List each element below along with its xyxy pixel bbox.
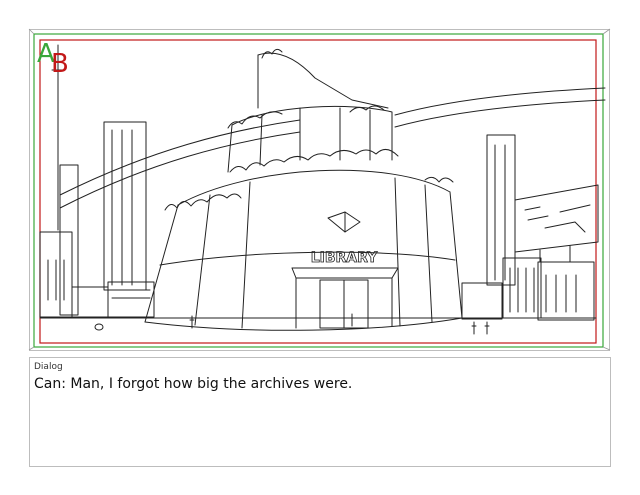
dialog-label: Dialog (34, 362, 63, 372)
dialog-panel[interactable]: Dialog Can: Man, I forgot how big the ar… (29, 357, 611, 467)
sketch-lines (39, 44, 606, 335)
library-sign-text: LIBRARY (311, 250, 378, 266)
panel-sketch: LIBRARY (28, 28, 611, 351)
layer-marker-b: B (51, 49, 69, 79)
dialog-text[interactable]: Can: Man, I forgot how big the archives … (34, 376, 352, 392)
